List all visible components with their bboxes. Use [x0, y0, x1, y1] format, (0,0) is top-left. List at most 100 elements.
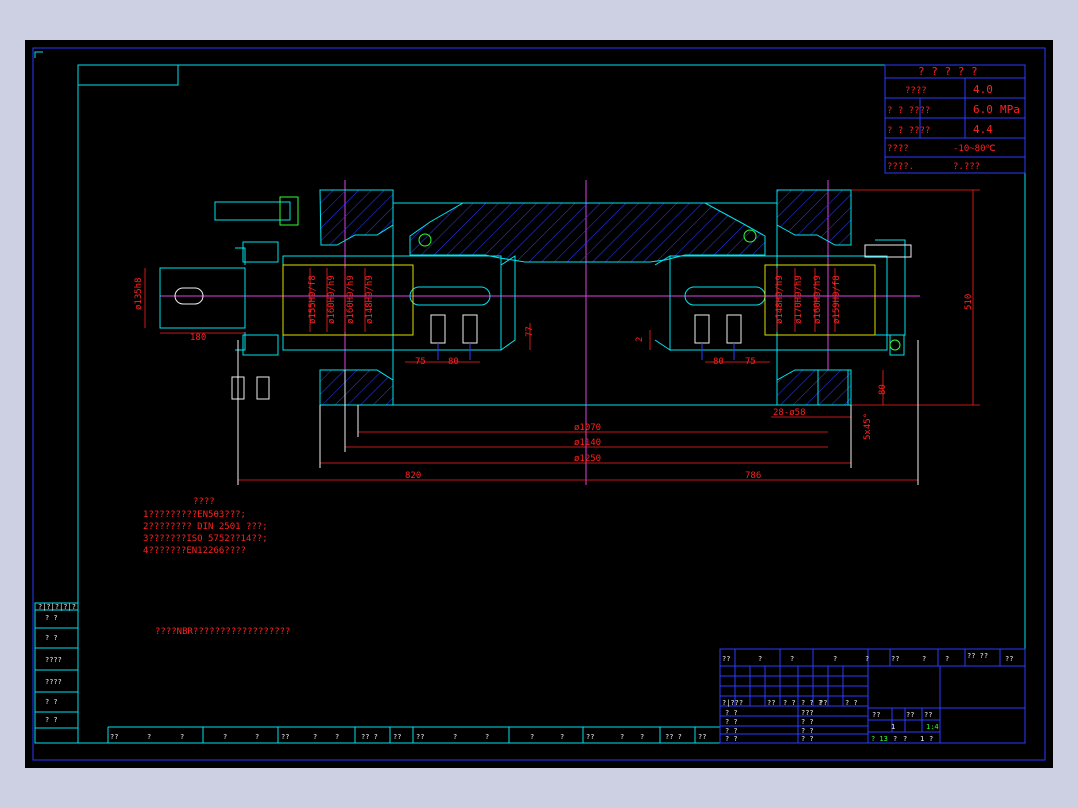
- dim-height: 510: [964, 294, 974, 310]
- cad-drawing: ? ? ? ? ? ???? 4.0 ? ? ???? 6.0 MPa ? ? …: [32, 47, 1046, 761]
- svg-text:? ?: ? ?: [725, 718, 738, 726]
- dim-chamfer: 5x45°: [863, 413, 873, 440]
- spec-table: ? ? ? ? ? ???? 4.0 ? ? ???? 6.0 MPa ? ? …: [884, 64, 1026, 174]
- svg-text:? ?: ? ?: [725, 709, 738, 717]
- svg-text:?? ?: ?? ?: [665, 733, 682, 741]
- dim-left-fit-3: ø160H9/h9: [346, 275, 356, 324]
- dim-gap: 2: [635, 337, 645, 342]
- svg-text:?: ?: [530, 733, 534, 741]
- dim-holes: 28-ø58: [773, 408, 806, 418]
- dim-right-fit-2: ø170H9/h9: [794, 275, 804, 324]
- svg-text:? ?: ? ?: [725, 727, 738, 735]
- spec-value-5: ?.???: [953, 162, 980, 172]
- svg-text:??: ??: [281, 733, 289, 741]
- svg-text:?: ?: [335, 733, 339, 741]
- dim-shaft-diameter: ø135h8: [134, 277, 144, 310]
- svg-text:?: ?: [929, 735, 933, 743]
- svg-text:?: ?: [790, 655, 794, 663]
- outer-border: [32, 47, 1046, 761]
- svg-text:? ?: ? ?: [45, 634, 58, 642]
- dim-left-fit-1: ø155H9/f8: [308, 275, 318, 324]
- svg-text:? ?: ? ?: [801, 727, 814, 735]
- spec-value-3: 4.4: [973, 123, 993, 136]
- svg-text:?: ?: [453, 733, 457, 741]
- svg-text:??: ??: [819, 699, 827, 707]
- note-3: 3???????ISO 5752??14??;: [143, 534, 268, 544]
- dim-left-length: 820: [405, 471, 421, 481]
- svg-text:? ?: ? ?: [45, 698, 58, 706]
- spec-value-4: -10~80℃: [953, 144, 996, 154]
- svg-text:?: ?: [255, 733, 259, 741]
- svg-text:? ?: ? ?: [783, 699, 796, 707]
- svg-text:?|?|?|?|?: ?|?|?|?|?: [38, 603, 76, 611]
- title-block: ?? ? ? ? ? ?? ? ? ?? ?? ?? ?|??? ?? ? ? …: [719, 648, 1026, 744]
- spec-title: ? ? ? ? ?: [918, 65, 978, 78]
- svg-text:??: ??: [872, 711, 880, 719]
- dim-right-fit-3: ø160H9/h9: [813, 275, 823, 324]
- dim-right-spacing-2: 75: [745, 357, 756, 367]
- top-bolt: [214, 201, 291, 221]
- note-1: 1?????????EN5θ3???;: [143, 510, 246, 520]
- notes-title: ????: [193, 497, 215, 507]
- spec-label-5: ????.: [887, 162, 914, 172]
- dim-bolt-circle-inner: ø1070: [574, 423, 601, 433]
- svg-text:??: ??: [698, 733, 706, 741]
- spec-value-1: 4.0: [973, 83, 993, 96]
- svg-text:? ?: ? ?: [45, 716, 58, 724]
- svg-text:?: ?: [313, 733, 317, 741]
- dim-web-height: 77: [525, 326, 535, 337]
- svg-text:?: ?: [903, 735, 907, 743]
- svg-text:1:4: 1:4: [926, 723, 939, 731]
- svg-text:??: ??: [906, 711, 914, 719]
- svg-text:?: ?: [147, 733, 151, 741]
- svg-text:? ?: ? ?: [801, 718, 814, 726]
- svg-text:??: ??: [416, 733, 424, 741]
- svg-text:??: ??: [110, 733, 118, 741]
- svg-text:?: ?: [180, 733, 184, 741]
- svg-text:? 13: ? 13: [871, 735, 888, 743]
- spec-value-2: 6.0: [973, 103, 993, 116]
- svg-text:?: ?: [485, 733, 489, 741]
- svg-text:????: ????: [45, 656, 62, 664]
- drawing-sheet: ? ? ? ? ? ???? 4.0 ? ? ???? 6.0 MPa ? ? …: [25, 40, 1053, 768]
- spec-label-1: ????: [905, 86, 927, 96]
- dim-left-spacing-1: 75: [415, 357, 426, 367]
- dim-right-fit-1: ø148H9/h9: [775, 275, 785, 324]
- left-flange-bottom: [319, 369, 394, 406]
- svg-text:?: ?: [223, 733, 227, 741]
- svg-text:?: ?: [620, 733, 624, 741]
- svg-text:? ?: ? ?: [845, 699, 858, 707]
- svg-text:??: ??: [767, 699, 775, 707]
- spec-label-3: ? ? ????: [887, 126, 930, 136]
- svg-text:?? ??: ?? ??: [967, 652, 988, 660]
- svg-text:?|???: ?|???: [722, 699, 743, 707]
- note-extra: ????NBR??????????????????: [155, 627, 290, 637]
- bottom-strip: ?? ? ? ? ? ?? ? ? ?? ? ?? ?? ? ? ? ? ?? …: [107, 726, 720, 743]
- right-flange-top: [776, 189, 852, 246]
- svg-text:??: ??: [393, 733, 401, 741]
- dim-left-fit-2: ø160H9/h9: [327, 275, 337, 324]
- svg-text:?: ?: [640, 733, 644, 741]
- dim-right-spacing-1: 80: [713, 357, 724, 367]
- dim-left-fit-4: ø148H9/h9: [365, 275, 375, 324]
- left-flange-top: [319, 189, 394, 246]
- dim-right-fit-4: ø159H9/f8: [832, 275, 842, 324]
- dim-flange-outer: ø1250: [574, 454, 601, 464]
- svg-text:??: ??: [586, 733, 594, 741]
- svg-text:??: ??: [891, 655, 899, 663]
- svg-text:? ?: ? ?: [45, 614, 58, 622]
- valve-disc: [409, 202, 766, 263]
- dim-left-spacing-2: 80: [448, 357, 459, 367]
- svg-text:?: ?: [945, 655, 949, 663]
- dim-bolt-circle-mid: ø1140: [574, 438, 601, 448]
- dim-flange-thickness: 80: [878, 384, 888, 395]
- svg-text:??: ??: [1005, 655, 1013, 663]
- spec-label-4: ????: [887, 144, 909, 154]
- dim-shaft-length: 180: [190, 333, 206, 343]
- corner-mark: [34, 51, 43, 58]
- svg-text:?: ?: [833, 655, 837, 663]
- svg-text:????: ????: [45, 678, 62, 686]
- right-flange-bottom: [776, 369, 852, 406]
- svg-text:1: 1: [891, 723, 895, 731]
- spec-unit-2: MPa: [1000, 103, 1020, 116]
